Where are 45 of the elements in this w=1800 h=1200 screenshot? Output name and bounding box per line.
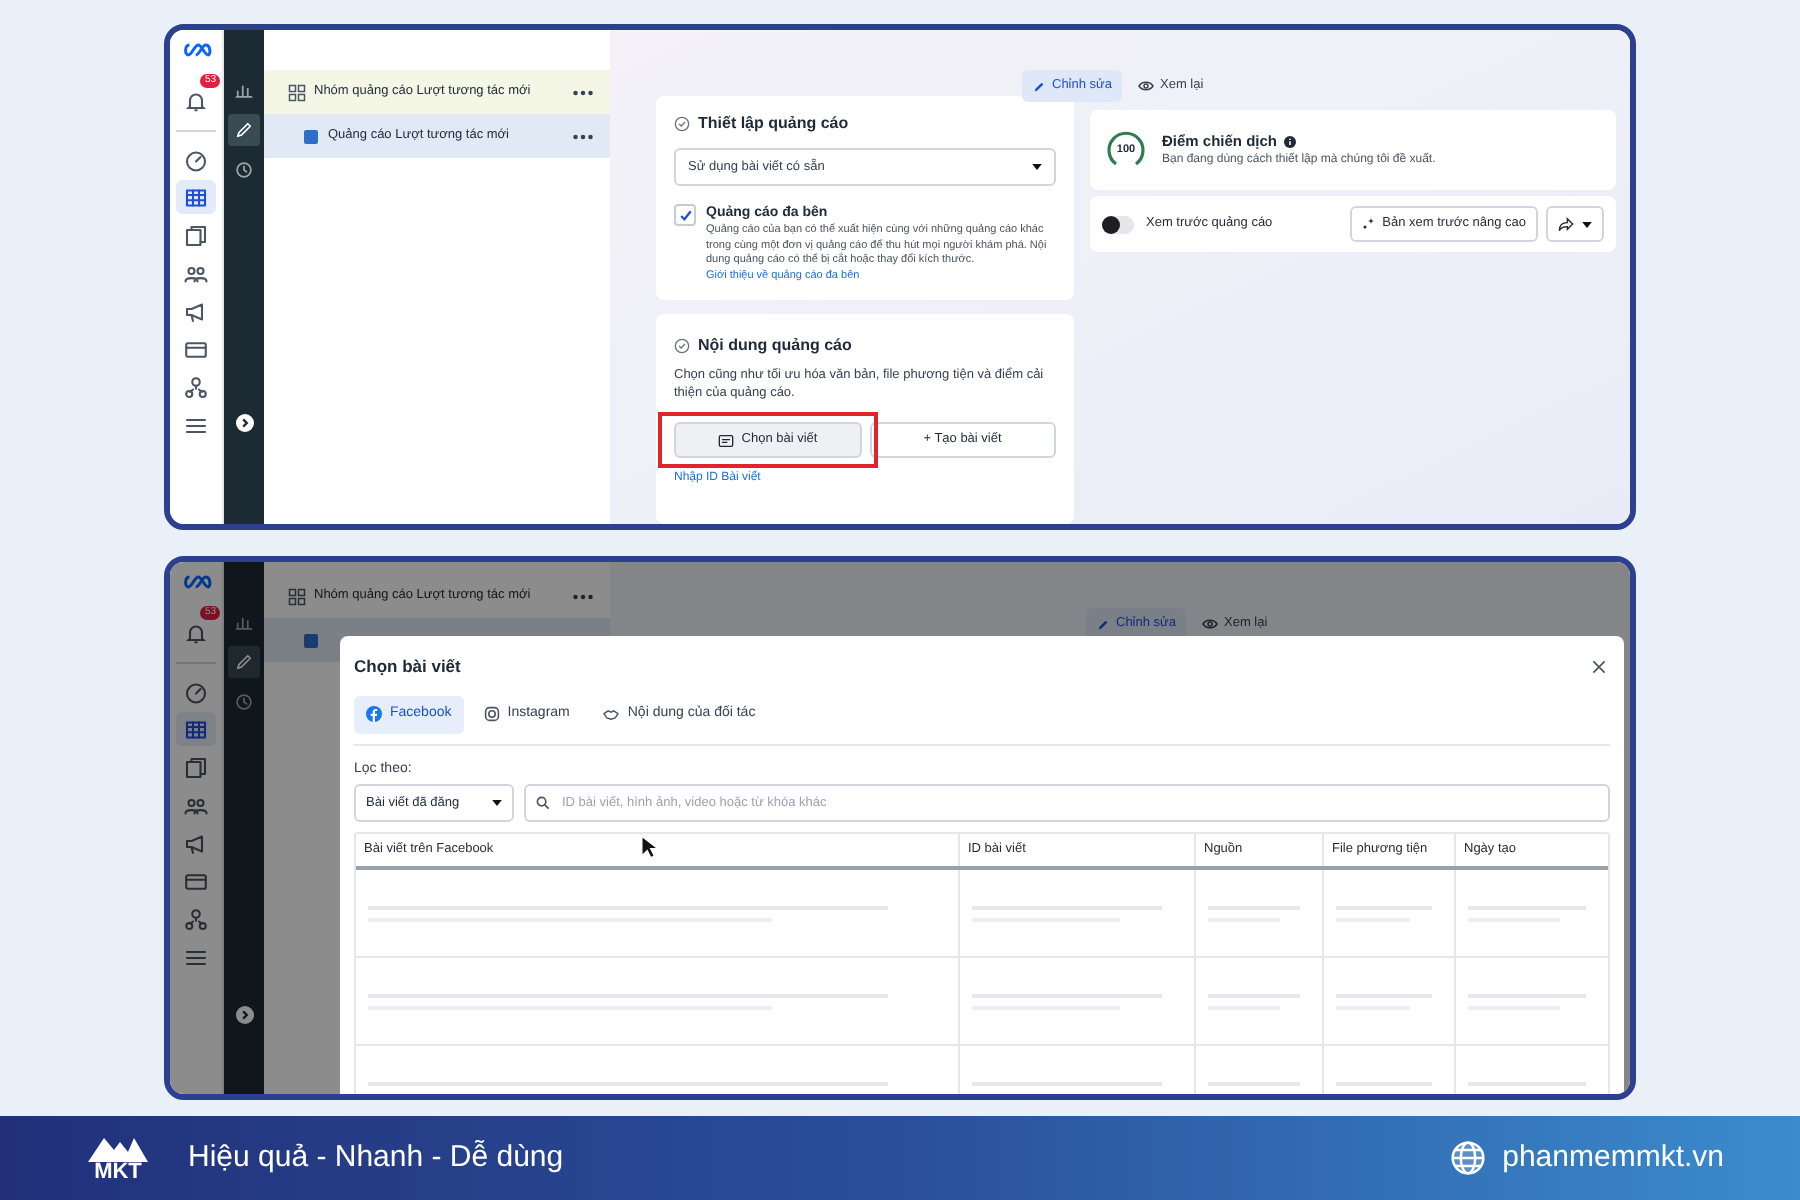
more-icon[interactable] xyxy=(572,89,594,95)
infinity-logo xyxy=(181,42,211,58)
square-icon xyxy=(304,129,318,143)
search-icon xyxy=(536,796,550,811)
sparkle-icon xyxy=(1362,218,1375,230)
eye-icon xyxy=(1202,618,1219,630)
square-icon xyxy=(304,633,318,647)
share-icon xyxy=(1558,216,1574,232)
infinity-logo xyxy=(181,574,211,590)
bell-icon[interactable] xyxy=(184,90,208,114)
caret-icon xyxy=(1032,164,1042,170)
toggle-switch[interactable] xyxy=(1102,215,1134,233)
check-circle-icon xyxy=(674,116,690,132)
score-gauge xyxy=(1106,130,1146,170)
caret-icon xyxy=(1582,221,1592,227)
f-circle-icon xyxy=(366,706,382,723)
pencil-icon[interactable] xyxy=(228,646,260,678)
info-icon xyxy=(1283,135,1296,147)
pencil-icon xyxy=(1096,617,1110,631)
grid-icon xyxy=(288,587,306,605)
eye-icon xyxy=(1138,80,1155,92)
table-icon[interactable] xyxy=(176,180,216,214)
mountain-logo-icon xyxy=(88,1133,148,1161)
camera-icon xyxy=(483,706,500,723)
caret-icon xyxy=(492,800,502,807)
checkbox[interactable] xyxy=(674,204,696,226)
slogan: Hiệu quả - Nhanh - Dễ dùng xyxy=(188,1137,564,1178)
website: phanmemmkt.vn xyxy=(1502,1137,1724,1178)
dialog-title: Chọn bài viết xyxy=(354,654,461,680)
expand-button[interactable] xyxy=(235,414,253,432)
check-circle-icon xyxy=(674,338,690,354)
logo-text: MKT xyxy=(94,1161,142,1183)
close-icon[interactable] xyxy=(1592,659,1606,674)
card-title: Nội dung quảng cáo xyxy=(698,334,852,358)
share-button[interactable] xyxy=(1546,206,1604,242)
bell-icon[interactable] xyxy=(184,622,208,646)
grid-icon xyxy=(288,83,306,101)
table-icon[interactable] xyxy=(176,712,216,746)
pencil-icon[interactable] xyxy=(228,114,260,146)
cursor-icon xyxy=(640,834,658,860)
more-icon[interactable] xyxy=(572,593,594,599)
globe-icon xyxy=(1450,1140,1487,1176)
more-icon[interactable] xyxy=(572,133,594,139)
card-title: Thiết lập quảng cáo xyxy=(698,112,849,136)
post-icon xyxy=(717,433,734,447)
